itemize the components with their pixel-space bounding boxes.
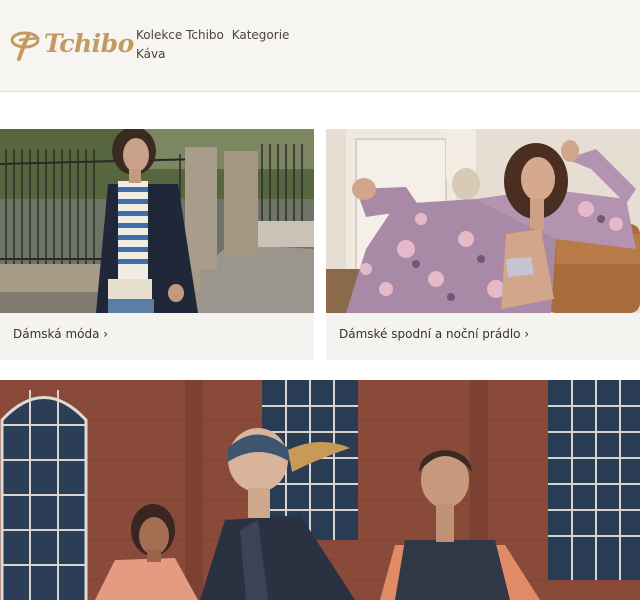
nav-item-kategorie[interactable]: Kategorie	[232, 28, 290, 42]
woman-in-navy-coat-photo	[0, 129, 314, 313]
hero-banner[interactable]	[0, 380, 640, 600]
tile-label-spodni-pradlo[interactable]: Dámské spodní a noční prádlo ›	[339, 327, 529, 341]
nav-item-kolekce-tchibo[interactable]: Kolekce Tchibo	[136, 28, 224, 42]
category-tile-damska-moda[interactable]: Dámská móda ›	[0, 129, 314, 360]
woman-in-floral-pajamas-photo	[326, 129, 640, 313]
tchibo-logo-icon	[10, 31, 40, 61]
nav-item-kava[interactable]: Káva	[136, 47, 165, 61]
tile-label-damska-moda[interactable]: Dámská móda ›	[13, 327, 108, 341]
tchibo-logo[interactable]: Tchibo	[10, 26, 134, 64]
main-navigation: Kolekce Tchibo Kategorie Káva	[136, 26, 316, 64]
logo-wordmark: Tchibo	[44, 29, 134, 58]
runners-in-front-of-brick-building-photo	[0, 380, 640, 600]
category-tile-spodni-pradlo[interactable]: Dámské spodní a noční prádlo ›	[326, 129, 640, 360]
site-header: Tchibo Kolekce Tchibo Kategorie Káva	[0, 0, 640, 92]
